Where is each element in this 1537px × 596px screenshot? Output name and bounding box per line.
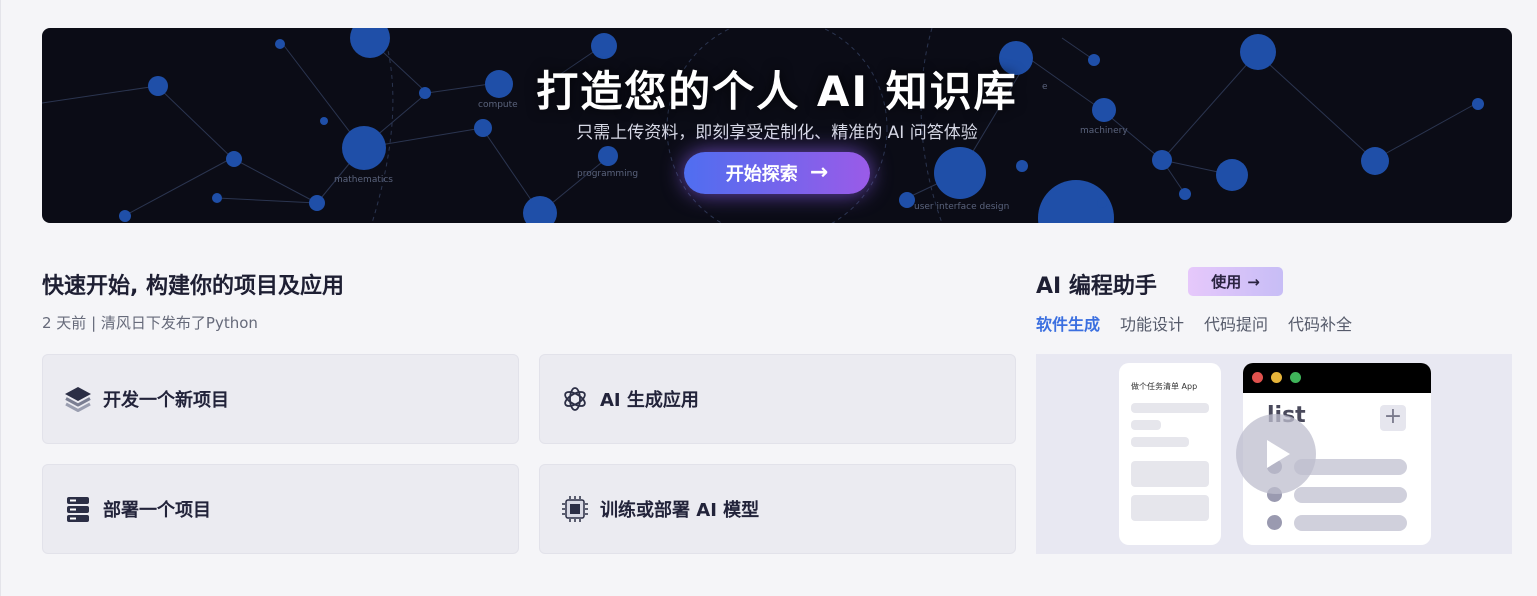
play-icon <box>1267 440 1290 468</box>
quick-start-title: 快速开始, 构建你的项目及应用 <box>42 274 345 299</box>
page-left-border <box>0 0 1 596</box>
placeholder-block <box>1131 461 1209 487</box>
banner-subtitle: 只需上传资料，即刻享受定制化、精准的 AI 问答体验 <box>576 123 978 143</box>
phone-mockup: 做个任务清单 App <box>1119 363 1221 545</box>
activity-feed-text: 2 天前 | 清风日下发布了Python <box>42 314 258 332</box>
use-button-label: 使用 <box>1211 273 1242 291</box>
server-icon <box>63 494 93 524</box>
close-dot-icon <box>1252 372 1263 383</box>
plus-icon: + <box>1380 405 1406 431</box>
play-video-button[interactable] <box>1236 414 1316 494</box>
network-word: user interface design <box>914 202 1009 212</box>
arrow-right-icon: → <box>1247 272 1260 291</box>
start-explore-label: 开始探索 <box>725 164 798 185</box>
ai-assistant-tabs: 软件生成 功能设计 代码提问 代码补全 <box>1036 311 1352 335</box>
card-label: 训练或部署 AI 模型 <box>600 500 760 521</box>
deploy-project-card[interactable]: 部署一个项目 <box>42 464 519 554</box>
placeholder-bar <box>1131 437 1189 447</box>
new-project-card[interactable]: 开发一个新项目 <box>42 354 519 444</box>
card-label: 部署一个项目 <box>103 500 211 521</box>
minimize-dot-icon <box>1271 372 1282 383</box>
use-button[interactable]: 使用 → <box>1188 267 1283 296</box>
tab-code-question[interactable]: 代码提问 <box>1204 311 1268 335</box>
ai-assistant-title: AI 编程助手 <box>1036 274 1157 299</box>
layers-icon <box>63 384 93 414</box>
card-label: AI 生成应用 <box>600 390 699 411</box>
list-row-bar <box>1294 515 1407 531</box>
network-word: programming <box>577 169 638 179</box>
maximize-dot-icon <box>1290 372 1301 383</box>
placeholder-bar <box>1131 420 1161 430</box>
network-word: mathematics <box>334 175 393 185</box>
ai-demo-preview: 做个任务清单 App list + <box>1036 354 1512 554</box>
tab-software-generation[interactable]: 软件生成 <box>1036 311 1100 335</box>
train-deploy-model-card[interactable]: 训练或部署 AI 模型 <box>539 464 1016 554</box>
openai-icon <box>560 384 590 414</box>
list-bullet <box>1267 515 1282 530</box>
list-row-bar <box>1294 487 1407 503</box>
ai-generate-app-card[interactable]: AI 生成应用 <box>539 354 1016 444</box>
tab-feature-design[interactable]: 功能设计 <box>1120 311 1184 335</box>
chip-icon <box>560 494 590 524</box>
placeholder-block <box>1131 495 1209 521</box>
banner-title: 打造您的个人 AI 知识库 <box>536 67 1018 116</box>
placeholder-bar <box>1131 403 1209 413</box>
phone-prompt-text: 做个任务清单 App <box>1131 382 1198 391</box>
start-explore-button[interactable]: 开始探索 → <box>684 152 870 194</box>
hero-banner[interactable]: compute mathematics programming machiner… <box>42 28 1512 223</box>
window-titlebar <box>1243 363 1431 393</box>
arrow-right-icon: → <box>809 160 829 185</box>
card-label: 开发一个新项目 <box>103 390 229 411</box>
tab-code-completion[interactable]: 代码补全 <box>1288 311 1352 335</box>
